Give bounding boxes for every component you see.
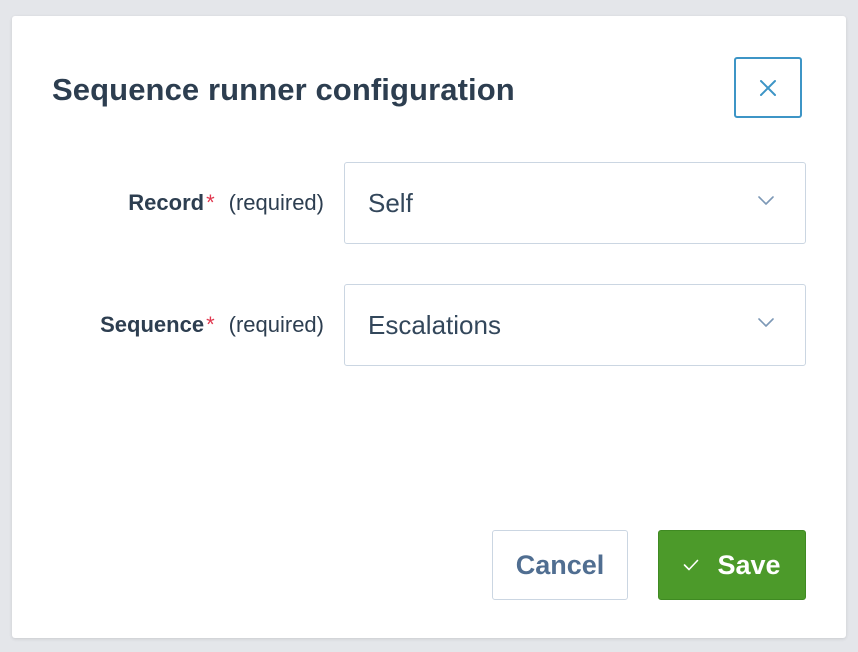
save-button[interactable]: Save xyxy=(658,530,806,600)
record-required-asterisk: * xyxy=(206,190,215,215)
sequence-select-value: Escalations xyxy=(368,309,501,340)
record-select[interactable]: Self xyxy=(344,162,806,244)
configuration-dialog: Sequence runner configuration Record * (re… xyxy=(12,16,846,638)
close-button[interactable] xyxy=(734,57,802,118)
record-required-text: (required) xyxy=(228,190,324,215)
close-icon xyxy=(759,79,777,97)
sequence-required-text: (required) xyxy=(228,312,324,337)
record-label: Record * (required) xyxy=(128,162,324,244)
record-label-text: Record xyxy=(128,190,205,215)
cancel-button[interactable]: Cancel xyxy=(492,530,628,600)
record-select-value: Self xyxy=(368,187,413,218)
dialog-title: Sequence runner configuration xyxy=(52,72,515,107)
save-button-label: Save xyxy=(717,549,781,580)
sequence-field: Sequence * (required) Escalations xyxy=(12,284,846,366)
cancel-button-label: Cancel xyxy=(515,549,605,580)
sequence-label: Sequence * (required) xyxy=(100,284,324,366)
chevron-down-icon xyxy=(757,194,775,212)
sequence-required-asterisk: * xyxy=(206,312,215,337)
chevron-down-icon xyxy=(757,316,775,334)
sequence-label-text: Sequence xyxy=(100,312,205,337)
check-icon xyxy=(683,559,699,571)
sequence-select[interactable]: Escalations xyxy=(344,284,806,366)
record-field: Record * (required) Self xyxy=(12,162,846,244)
